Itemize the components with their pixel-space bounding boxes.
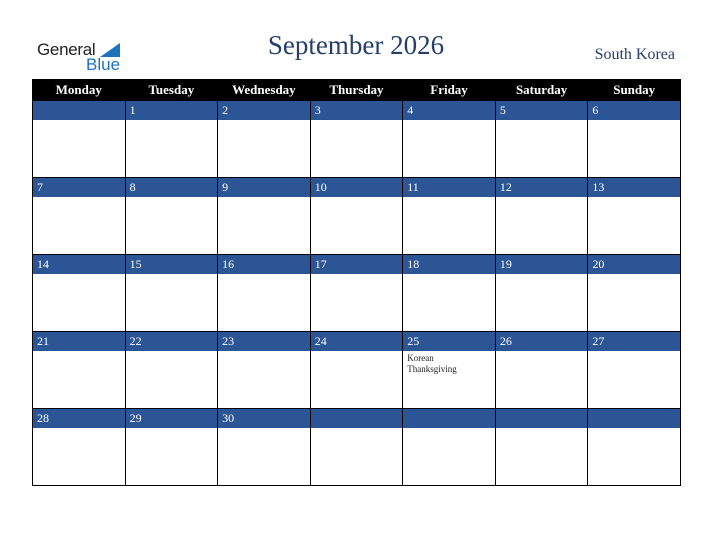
day-number (588, 409, 680, 428)
week-row: 21 22 23 24 25 Korean Thanksgiving 26 27 (32, 331, 681, 409)
day-number: 14 (33, 255, 125, 274)
day-cell[interactable]: 6 (587, 101, 681, 178)
day-cell[interactable]: 7 (32, 177, 126, 255)
day-number: 27 (588, 332, 680, 351)
day-number: 17 (310, 255, 403, 274)
day-number: 30 (218, 409, 310, 428)
weekday-saturday: Saturday (494, 79, 589, 101)
day-number: 23 (218, 332, 310, 351)
day-cell[interactable] (494, 408, 589, 486)
day-number (403, 409, 495, 428)
day-cell[interactable]: 23 (217, 331, 311, 409)
day-number: 2 (218, 101, 310, 120)
day-number: 19 (495, 255, 588, 274)
weekday-monday: Monday (32, 79, 126, 101)
day-cell[interactable]: 19 (494, 254, 589, 332)
day-number: 21 (33, 332, 125, 351)
weekday-wednesday: Wednesday (217, 79, 311, 101)
weekday-header-row: Monday Tuesday Wednesday Thursday Friday Satu… (32, 79, 681, 101)
weekday-thursday: Thursday (309, 79, 404, 101)
day-cell[interactable] (402, 408, 496, 486)
day-cell[interactable]: 29 (124, 408, 219, 486)
day-cell[interactable]: 14 (32, 254, 126, 332)
day-cell[interactable]: 15 (124, 254, 219, 332)
day-number: 29 (125, 409, 218, 428)
week-row: 123456 (32, 101, 681, 178)
day-cell[interactable]: 1 (124, 101, 219, 178)
day-number (495, 409, 588, 428)
day-cell[interactable]: 24 (309, 331, 404, 409)
day-number: 25 (403, 332, 495, 351)
day-cell[interactable]: 17 (309, 254, 404, 332)
day-number: 15 (125, 255, 218, 274)
day-cell[interactable]: 11 (402, 177, 496, 255)
day-cell[interactable] (587, 408, 681, 486)
day-cell[interactable]: 27 (587, 331, 681, 409)
day-cell[interactable]: 5 (494, 101, 589, 178)
day-number: 12 (495, 178, 588, 197)
day-cell[interactable]: 4 (402, 101, 496, 178)
day-cell[interactable]: 8 (124, 177, 219, 255)
day-cell[interactable] (309, 408, 404, 486)
calendar-grid: Monday Tuesday Wednesday Thursday Friday Satu… (32, 79, 681, 486)
day-number: 20 (588, 255, 680, 274)
day-number: 16 (218, 255, 310, 274)
day-number: 3 (310, 101, 403, 120)
day-number: 6 (588, 101, 680, 120)
day-cell[interactable]: 21 (32, 331, 126, 409)
day-cell[interactable]: 30 (217, 408, 311, 486)
day-cell[interactable]: 25 Korean Thanksgiving (402, 331, 496, 409)
country-label: South Korea (594, 46, 675, 63)
day-cell[interactable]: 16 (217, 254, 311, 332)
week-row: 7 8 9 10 11 12 13 (32, 177, 681, 255)
day-number: 8 (125, 178, 218, 197)
day-number: 1 (125, 101, 218, 120)
week-row: 14 15 16 17 18 19 20 (32, 254, 681, 332)
day-number: 7 (33, 178, 125, 197)
holiday-event: Korean Thanksgiving (407, 353, 457, 374)
day-cell[interactable]: 3 (309, 101, 404, 178)
day-number: 18 (403, 255, 495, 274)
day-cell[interactable]: 20 (587, 254, 681, 332)
day-cell[interactable]: 26 (494, 331, 589, 409)
day-number: 22 (125, 332, 218, 351)
day-cell[interactable]: 10 (309, 177, 404, 255)
day-number: 11 (403, 178, 495, 197)
week-row: 28 29 30 (32, 408, 681, 486)
weekday-sunday: Sunday (587, 79, 681, 101)
day-number: 13 (588, 178, 680, 197)
day-cell[interactable]: 2 (217, 101, 311, 178)
day-cell[interactable]: 12 (494, 177, 589, 255)
weekday-tuesday: Tuesday (124, 79, 219, 101)
day-number: 24 (310, 332, 403, 351)
day-cell[interactable]: 13 (587, 177, 681, 255)
day-number: 26 (495, 332, 588, 351)
day-cell[interactable]: 9 (217, 177, 311, 255)
day-cell[interactable] (32, 101, 126, 178)
day-number (310, 409, 403, 428)
day-number (33, 101, 125, 120)
day-number: 4 (403, 101, 495, 120)
day-cell[interactable]: 18 (402, 254, 496, 332)
day-cell[interactable]: 28 (32, 408, 126, 486)
day-number: 28 (33, 409, 125, 428)
day-number: 10 (310, 178, 403, 197)
day-number: 5 (495, 101, 588, 120)
day-number: 9 (218, 178, 310, 197)
weekday-friday: Friday (402, 79, 496, 101)
day-cell[interactable]: 22 (124, 331, 219, 409)
